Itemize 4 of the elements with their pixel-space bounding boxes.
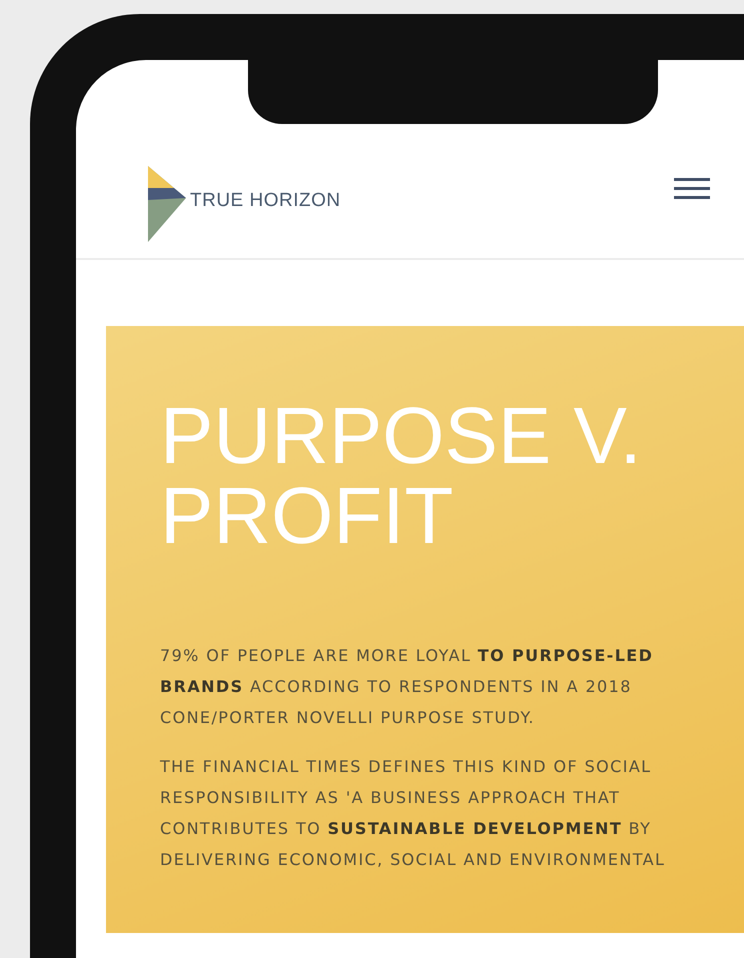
hero-paragraph: 79% OF PEOPLE ARE MORE LOYAL TO PURPOSE-LED BRANDS ACCORDING TO RESPONDENTS IN A 2018 CONE/PORTER NOVELLI PURPOSE STUDY. (160, 645, 654, 729)
logo-text: TRUE HORIZON (190, 190, 341, 212)
hero-paragraph: THE FINANCIAL TIMES DEFINES THIS KIND OF SOCIAL RESPONSIBILITY AS 'A BUSINESS APPROACH THAT CONTRIBUTES TO SUSTAINABLE DEVELOPMENT BY DELIVERING ECONOMIC, SOCIAL AND ENVIRONMENTAL (160, 756, 666, 871)
hero-title: PURPOSE V. PROFIT (160, 396, 643, 556)
